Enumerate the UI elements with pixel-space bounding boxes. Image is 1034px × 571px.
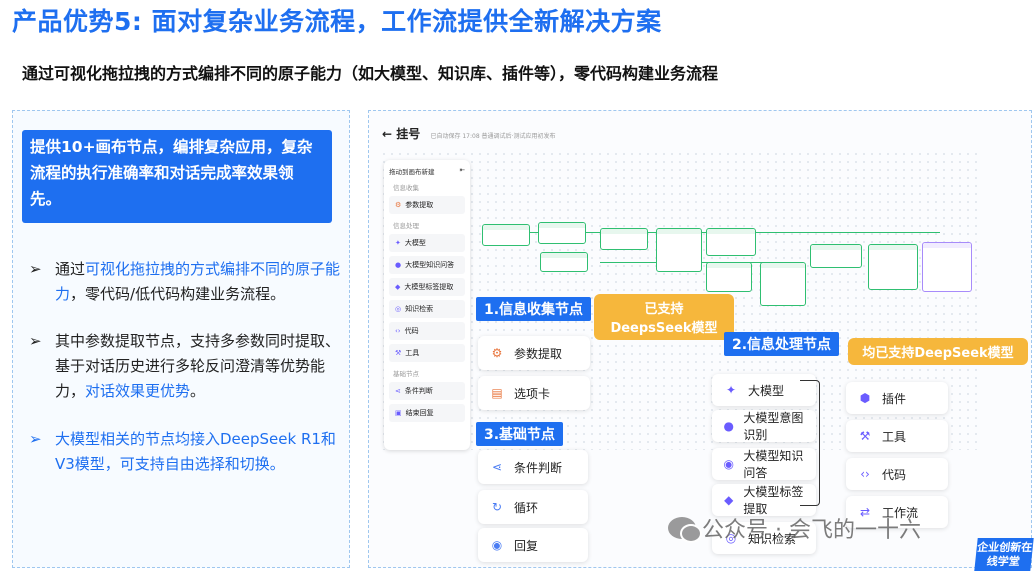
tag-process: 2.信息处理节点 <box>724 332 840 356</box>
loop-icon: ↻ <box>491 500 503 514</box>
palette-item[interactable]: ⚙ 参数提取 <box>389 196 465 214</box>
group-label: 信息收集 <box>393 184 419 192</box>
group-label: 信息处理 <box>393 222 419 230</box>
qa-icon: ◉ <box>723 457 734 471</box>
left-panel: 提供10+画布节点，编排复杂应用，复杂流程的执行准确率和对话完成率效果领先。 ➢… <box>12 110 350 568</box>
app-header: ← 挂号 已自动保存 17:08 普通调试后·测试应用初发布 <box>382 125 555 142</box>
tag-deepseek-1: 已支持DeepsSeek模型 <box>594 294 734 340</box>
tool-icon: ⚒ <box>859 429 871 443</box>
palette-item[interactable]: ◎ 知识检索 <box>389 300 465 318</box>
brand-badge: 企业创新在线学堂 <box>974 538 1034 571</box>
plugin-icon: ⬢ <box>859 391 871 405</box>
back-icon[interactable]: ← <box>382 127 392 141</box>
workflow-node[interactable] <box>482 224 530 246</box>
card-param-extract[interactable]: ⚙ 参数提取 <box>478 336 590 370</box>
app-title: 挂号 <box>396 127 421 141</box>
bullet-2: ➢ 其中参数提取节点，支持多参数同时提取、基于对话历史进行多轮反问澄清等优势能力… <box>29 329 345 404</box>
palette-item[interactable]: ⚒ 工具 <box>389 344 465 362</box>
extract-icon: ⚙ <box>491 346 503 360</box>
branch-icon: ⋖ <box>491 460 503 474</box>
palette-item[interactable]: ◆ 大模型标签提取 <box>389 278 465 296</box>
watermark: 公众号 · 会飞的一十六 <box>668 512 921 544</box>
tag-collect: 1.信息收集节点 <box>476 297 592 321</box>
reply-icon: ◉ <box>491 538 503 552</box>
workflow-node[interactable] <box>810 244 862 268</box>
workflow-node[interactable] <box>538 222 586 244</box>
bullet-1: ➢ 通过可视化拖拉拽的方式编排不同的原子能力，零代码/低代码构建业务流程。 <box>29 257 345 307</box>
card-plugin[interactable]: ⬢ 插件 <box>846 382 948 414</box>
workflow-node[interactable] <box>540 252 588 272</box>
highlight-box: 提供10+画布节点，编排复杂应用，复杂流程的执行准确率和对话完成率效果领先。 <box>22 130 332 223</box>
card-reply[interactable]: ◉ 回复 <box>478 528 588 562</box>
palette-item[interactable]: ✦ 大模型 <box>389 234 465 252</box>
workflow-node[interactable] <box>706 262 752 292</box>
card-code[interactable]: ‹› 代码 <box>846 458 948 490</box>
workflow-node[interactable] <box>922 242 972 292</box>
palette-item[interactable]: ‹› 代码 <box>389 322 465 340</box>
workflow-node[interactable] <box>600 228 648 250</box>
card-condition[interactable]: ⋖ 条件判断 <box>478 450 588 484</box>
arrow-icon: ➢ <box>29 260 42 278</box>
card-tool[interactable]: ⚒ 工具 <box>846 420 948 452</box>
workflow-node[interactable] <box>760 262 806 306</box>
intent-icon: ● <box>723 419 734 433</box>
card-option[interactable]: ▤ 选项卡 <box>478 376 590 410</box>
tag-deepseek-2: 均已支持DeepSeek模型 <box>848 338 1028 365</box>
arrow-icon: ➢ <box>29 430 42 448</box>
collapse-icon[interactable]: ⇤ <box>460 166 465 176</box>
card-loop[interactable]: ↻ 循环 <box>478 490 588 524</box>
page-title: 产品优势5: 面对复杂业务流程，工作流提供全新解决方案 <box>12 7 662 36</box>
arrow-icon: ➢ <box>29 332 42 350</box>
bracket <box>800 380 820 506</box>
bullet-3: ➢ 大模型相关的节点均接入DeepSeek R1和V3模型，可支持自由选择和切换… <box>29 427 345 477</box>
workflow-node[interactable] <box>656 228 702 272</box>
wechat-icon <box>668 517 702 543</box>
tag-icon: ◆ <box>724 493 734 507</box>
option-icon: ▤ <box>491 386 503 400</box>
sparkle-icon: ✦ <box>725 383 737 397</box>
tag-basic: 3.基础节点 <box>476 422 564 446</box>
node-palette: 拖动到画布新建 ⇤ 信息收集 ⚙ 参数提取 信息处理 ✦ 大模型 ● 大模型知识问答 ◆… <box>384 160 470 450</box>
app-meta: 已自动保存 17:08 普通调试后·测试应用初发布 <box>430 133 556 140</box>
palette-item[interactable]: ⋖ 条件判断 <box>389 382 465 400</box>
code-icon: ‹› <box>860 467 870 481</box>
workflow-node[interactable] <box>706 228 756 256</box>
workflow-node[interactable] <box>868 244 918 290</box>
palette-header: 拖动到画布新建 <box>389 168 435 176</box>
group-label: 基础节点 <box>393 370 419 378</box>
palette-item[interactable]: ▣ 结束回复 <box>389 404 465 422</box>
palette-item[interactable]: ● 大模型知识问答 <box>389 256 465 274</box>
page-subtitle: 通过可视化拖拉拽的方式编排不同的原子能力（如大模型、知识库、插件等），零代码构建… <box>22 64 719 83</box>
